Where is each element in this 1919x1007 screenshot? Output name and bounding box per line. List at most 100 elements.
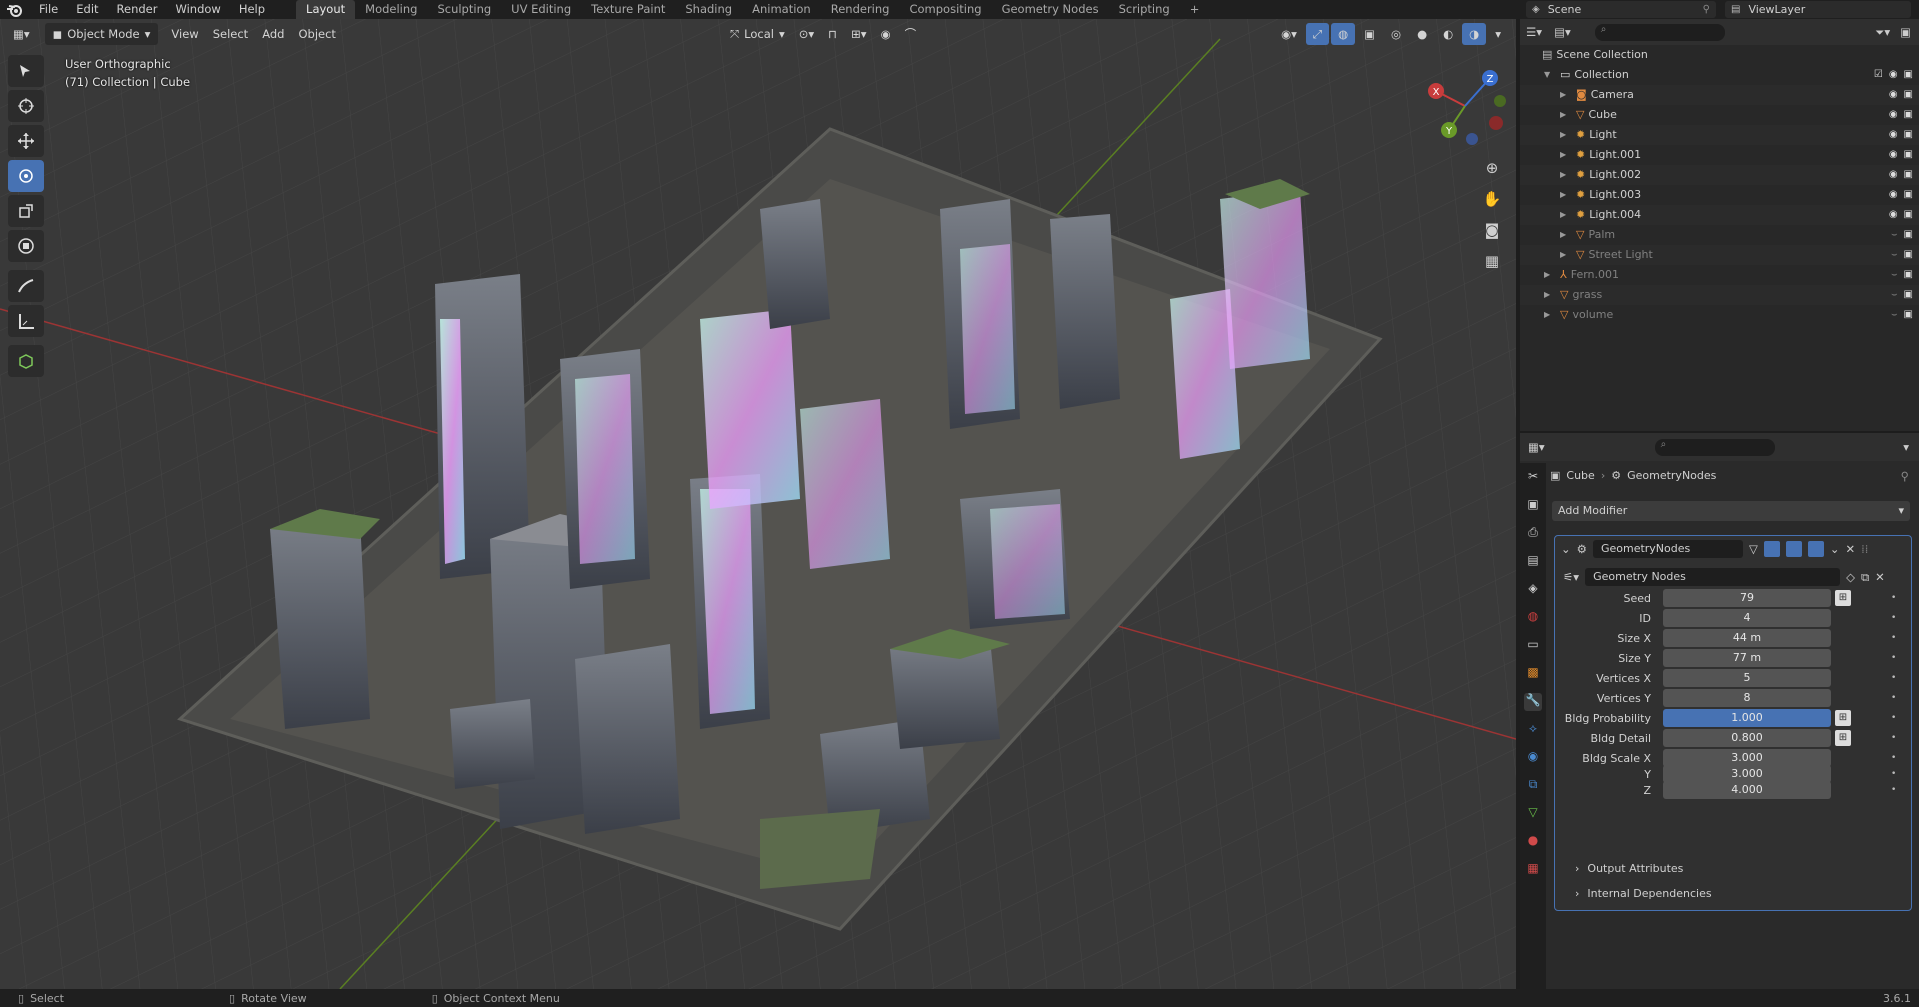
- field-value-input[interactable]: 0.800: [1663, 729, 1831, 747]
- outliner-item-light-004[interactable]: ▶ ✹ Light.004 ◉ ▣: [1520, 205, 1919, 225]
- outliner-item-palm[interactable]: ▶ ▽ Palm ⌣ ▣: [1520, 225, 1919, 245]
- new-collection-icon[interactable]: ▣: [1900, 25, 1911, 39]
- field-value-input[interactable]: 8: [1663, 689, 1831, 707]
- field-value-input[interactable]: 5: [1663, 669, 1831, 687]
- outliner-item-fern-001[interactable]: ▶ ⅄ Fern.001 ⌣ ▣: [1520, 265, 1919, 285]
- tab-uv-editing[interactable]: UV Editing: [501, 0, 581, 19]
- expand-arrow-icon[interactable]: ▶: [1560, 105, 1572, 125]
- outliner-item-light[interactable]: ▶ ✹ Light ◉ ▣: [1520, 125, 1919, 145]
- navigation-gizmo[interactable]: X Z Y: [1420, 61, 1510, 151]
- expand-arrow-icon[interactable]: ▶: [1560, 85, 1572, 105]
- cage-toggle-icon[interactable]: [1763, 541, 1780, 557]
- tab-scripting[interactable]: Scripting: [1109, 0, 1180, 19]
- select-box-tool-icon[interactable]: [8, 55, 44, 87]
- render-tab-icon[interactable]: ▣: [1524, 497, 1542, 515]
- field-value-input[interactable]: 77 m: [1663, 649, 1831, 667]
- outliner-item-street-light[interactable]: ▶ ▽ Street Light ⌣ ▣: [1520, 245, 1919, 265]
- particles-tab-icon[interactable]: ⟡: [1524, 721, 1542, 739]
- eye-icon[interactable]: ◉: [1889, 125, 1898, 145]
- menu-object[interactable]: Object: [291, 23, 342, 45]
- scene-collection-row[interactable]: ▤ Scene Collection: [1520, 45, 1919, 65]
- material-tab-icon[interactable]: ●: [1524, 833, 1542, 851]
- add-workspace-button[interactable]: +: [1180, 0, 1210, 19]
- outliner-item-light-002[interactable]: ▶ ✹ Light.002 ◉ ▣: [1520, 165, 1919, 185]
- measure-tool-icon[interactable]: [8, 305, 44, 337]
- menu-select[interactable]: Select: [206, 23, 255, 45]
- tab-layout[interactable]: Layout: [296, 0, 356, 19]
- menu-help[interactable]: Help: [230, 0, 274, 19]
- properties-editor-icon[interactable]: ▦▾: [1528, 440, 1545, 454]
- outliner-item-collection[interactable]: ▼ ▭ Collection ☑ ◉ ▣: [1520, 65, 1919, 85]
- eye-icon[interactable]: ◉: [1889, 105, 1898, 125]
- tab-texture-paint[interactable]: Texture Paint: [581, 0, 675, 19]
- annotate-tool-icon[interactable]: [8, 270, 44, 302]
- viewlayer-selector[interactable]: ▤ ViewLayer: [1725, 1, 1911, 18]
- render-camera-icon[interactable]: ▣: [1904, 85, 1913, 105]
- camera-view-icon[interactable]: ◙: [1478, 216, 1506, 244]
- keyframe-dot-icon[interactable]: •: [1891, 613, 1896, 623]
- expand-arrow-icon[interactable]: ▶: [1560, 145, 1572, 165]
- duplicate-icon[interactable]: ⧉: [1861, 570, 1869, 585]
- tab-animation[interactable]: Animation: [742, 0, 821, 19]
- collapse-chevron-icon[interactable]: ⌄: [1561, 542, 1571, 556]
- keyframe-dot-icon[interactable]: •: [1891, 733, 1896, 743]
- gizmo-toggle-icon[interactable]: ⤢: [1305, 23, 1330, 45]
- render-camera-icon[interactable]: ▣: [1904, 225, 1913, 245]
- modifier-name-field[interactable]: GeometryNodes: [1592, 540, 1743, 558]
- tab-compositing[interactable]: Compositing: [899, 0, 991, 19]
- eye-icon[interactable]: ⌣: [1891, 305, 1898, 325]
- 3d-viewport[interactable]: ▦▾ ◼ Object Mode ▾ View Select Add Objec…: [0, 19, 1516, 989]
- menu-render[interactable]: Render: [108, 0, 167, 19]
- render-camera-icon[interactable]: ▣: [1904, 285, 1913, 305]
- expand-arrow-icon[interactable]: ▶: [1560, 245, 1572, 265]
- grid-view-icon[interactable]: ▦: [1478, 247, 1506, 275]
- eye-icon[interactable]: ◉: [1889, 185, 1898, 205]
- tab-sculpting[interactable]: Sculpting: [427, 0, 501, 19]
- tool-tab-icon[interactable]: ✂: [1524, 469, 1542, 487]
- outliner-item-grass[interactable]: ▶ ▽ grass ⌣ ▣: [1520, 285, 1919, 305]
- pin-icon[interactable]: ⚲: [1901, 469, 1909, 483]
- attribute-toggle-icon[interactable]: ⊞: [1835, 730, 1851, 746]
- render-camera-icon[interactable]: ▣: [1904, 245, 1913, 265]
- render-camera-icon[interactable]: ▣: [1904, 145, 1913, 165]
- blender-logo-icon[interactable]: [6, 2, 24, 18]
- field-value-input[interactable]: 4.000: [1663, 781, 1831, 799]
- zoom-icon[interactable]: ⊕: [1478, 154, 1506, 182]
- wireframe-shading-icon[interactable]: ◎: [1384, 23, 1408, 45]
- outliner-item-volume[interactable]: ▶ ▽ volume ⌣ ▣: [1520, 305, 1919, 325]
- modifier-options-icon[interactable]: ⌄: [1830, 542, 1840, 556]
- add-modifier-dropdown[interactable]: Add Modifier ▾: [1552, 501, 1910, 521]
- snap-target-button[interactable]: ⊞▾: [844, 23, 873, 45]
- keyframe-dot-icon[interactable]: •: [1891, 633, 1896, 643]
- xray-toggle-icon[interactable]: ▣: [1357, 23, 1382, 45]
- field-value-input[interactable]: 4: [1663, 609, 1831, 627]
- expand-arrow-icon[interactable]: ▶: [1544, 285, 1556, 305]
- field-value-input[interactable]: 44 m: [1663, 629, 1831, 647]
- eye-icon[interactable]: ◉: [1889, 65, 1898, 85]
- add-cube-tool-icon[interactable]: [8, 345, 44, 377]
- physics-tab-icon[interactable]: ◉: [1524, 749, 1542, 767]
- output-tab-icon[interactable]: ⎙: [1524, 525, 1542, 543]
- render-toggle-icon[interactable]: [1807, 541, 1824, 557]
- viewport-toggle-icon[interactable]: [1785, 541, 1802, 557]
- material-shading-icon[interactable]: ◐: [1436, 23, 1460, 45]
- expand-arrow-icon[interactable]: ▶: [1560, 205, 1572, 225]
- checkbox-icon[interactable]: ☑: [1874, 65, 1883, 85]
- object-mode-dropdown[interactable]: ◼ Object Mode ▾: [44, 23, 159, 45]
- attribute-toggle-icon[interactable]: ⊞: [1835, 590, 1851, 606]
- outliner-search-input[interactable]: ⌕: [1594, 23, 1725, 41]
- cursor-tool-icon[interactable]: [8, 90, 44, 122]
- editor-type-button[interactable]: ▦▾: [6, 23, 37, 45]
- outliner-item-light-003[interactable]: ▶ ✹ Light.003 ◉ ▣: [1520, 185, 1919, 205]
- expand-arrow-icon[interactable]: ▶: [1544, 305, 1556, 325]
- edit-mode-toggle-icon[interactable]: ▽: [1749, 542, 1758, 556]
- keyframe-dot-icon[interactable]: •: [1891, 673, 1896, 683]
- shading-options-icon[interactable]: ▾: [1488, 23, 1508, 45]
- collection-tab-icon[interactable]: ▭: [1524, 637, 1542, 655]
- node-group-field[interactable]: Geometry Nodes: [1585, 568, 1841, 586]
- scene-selector[interactable]: ◈ Scene ⚲: [1526, 1, 1716, 18]
- scale-tool-icon[interactable]: [8, 195, 44, 227]
- tab-geometry-nodes[interactable]: Geometry Nodes: [992, 0, 1109, 19]
- keyframe-dot-icon[interactable]: •: [1891, 769, 1896, 779]
- keyframe-dot-icon[interactable]: •: [1891, 713, 1896, 723]
